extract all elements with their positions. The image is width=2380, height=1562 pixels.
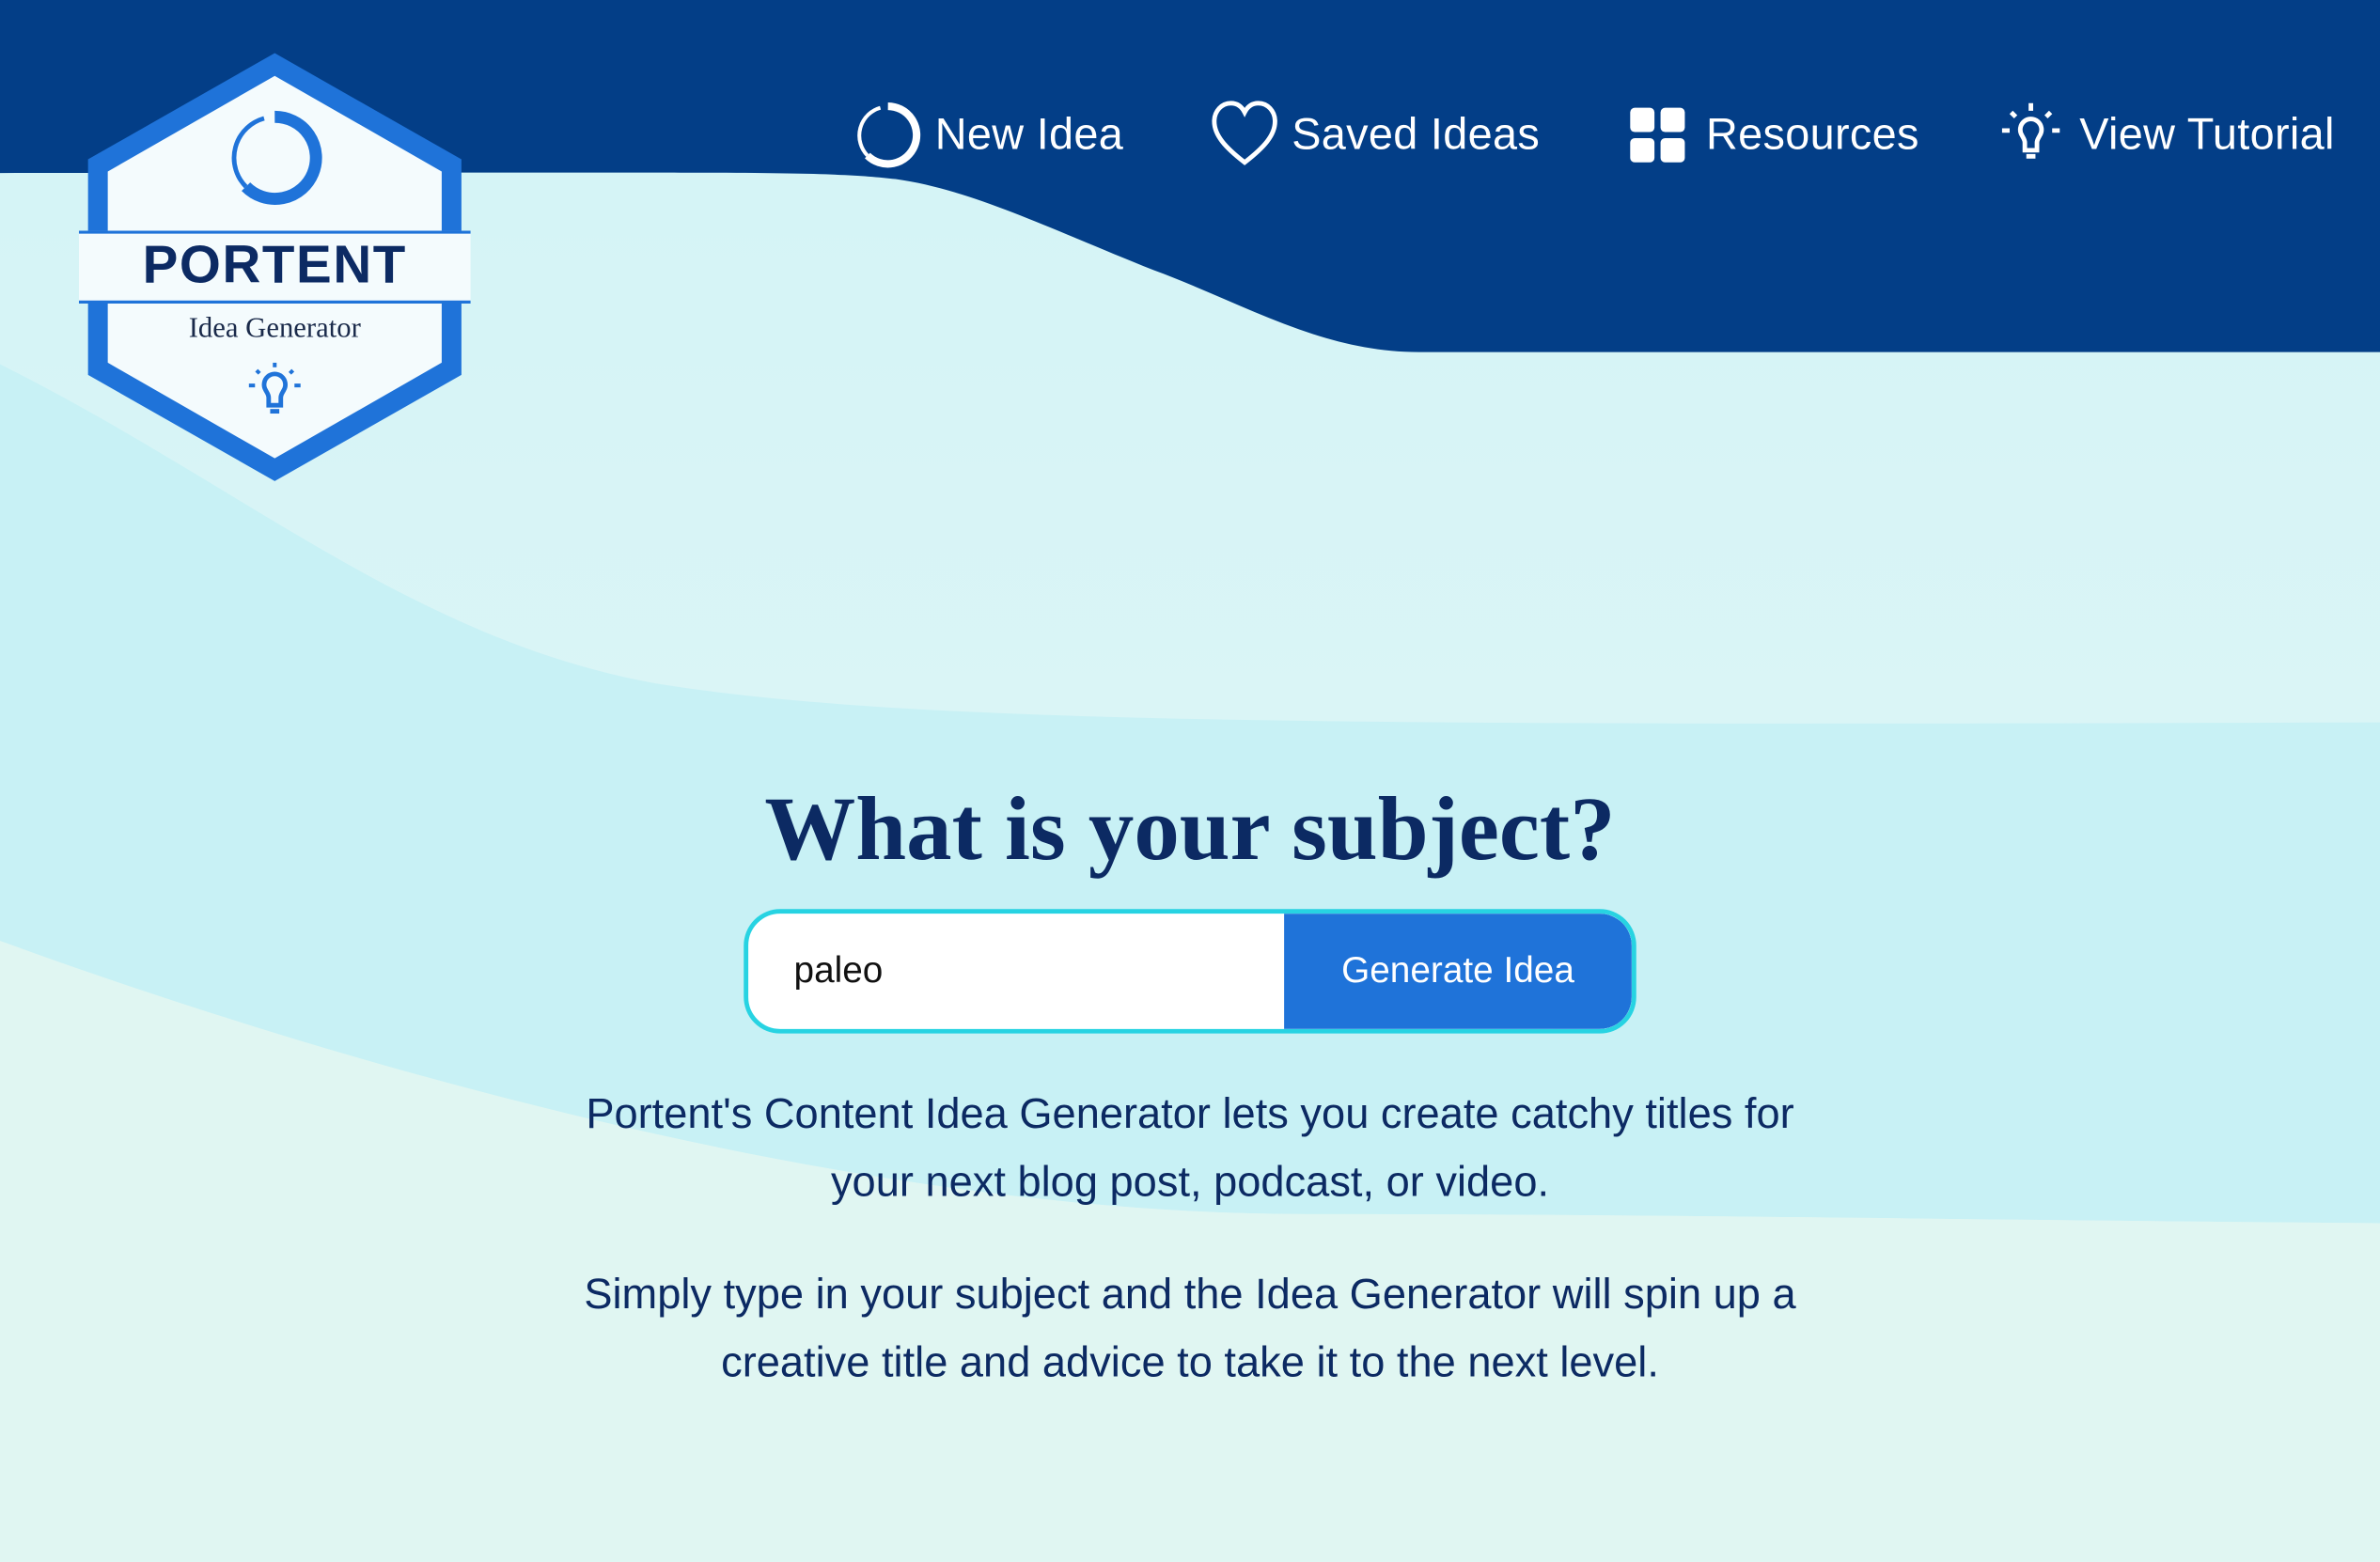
logo-wordmark: PORTENT [142,235,407,295]
description-instructions: Simply type in your subject and the Idea… [584,1270,1796,1386]
logo-tagline: Idea Generator [188,312,361,345]
heart-icon [1210,99,1279,172]
nav-label: Saved Ideas [1292,110,1541,159]
nav-label: View Tutorial [2079,110,2335,159]
lightbulb-icon [1997,99,2067,172]
nav-resources[interactable]: Resources [1624,91,1919,180]
generate-idea-button[interactable]: Generate Idea [1284,914,1632,1029]
description-intro: Portent's Content Idea Generator lets yo… [586,1089,1794,1206]
portent-logo[interactable]: PORTENT Idea Generator [76,50,474,484]
page: New Idea Saved Ideas Resources View Tuto… [0,0,2380,1562]
subject-form: Generate Idea [744,909,1636,1034]
nav-new-idea[interactable]: New Idea [853,91,1124,180]
nav-label: Resources [1706,110,1919,159]
page-title: What is your subject? [764,778,1616,879]
subject-input[interactable] [748,914,1285,1029]
ring-icon [853,99,923,172]
nav-label: New Idea [934,110,1124,159]
grid-icon [1624,99,1694,172]
nav-view-tutorial[interactable]: View Tutorial [1997,91,2335,180]
nav-saved-ideas[interactable]: Saved Ideas [1210,91,1540,180]
